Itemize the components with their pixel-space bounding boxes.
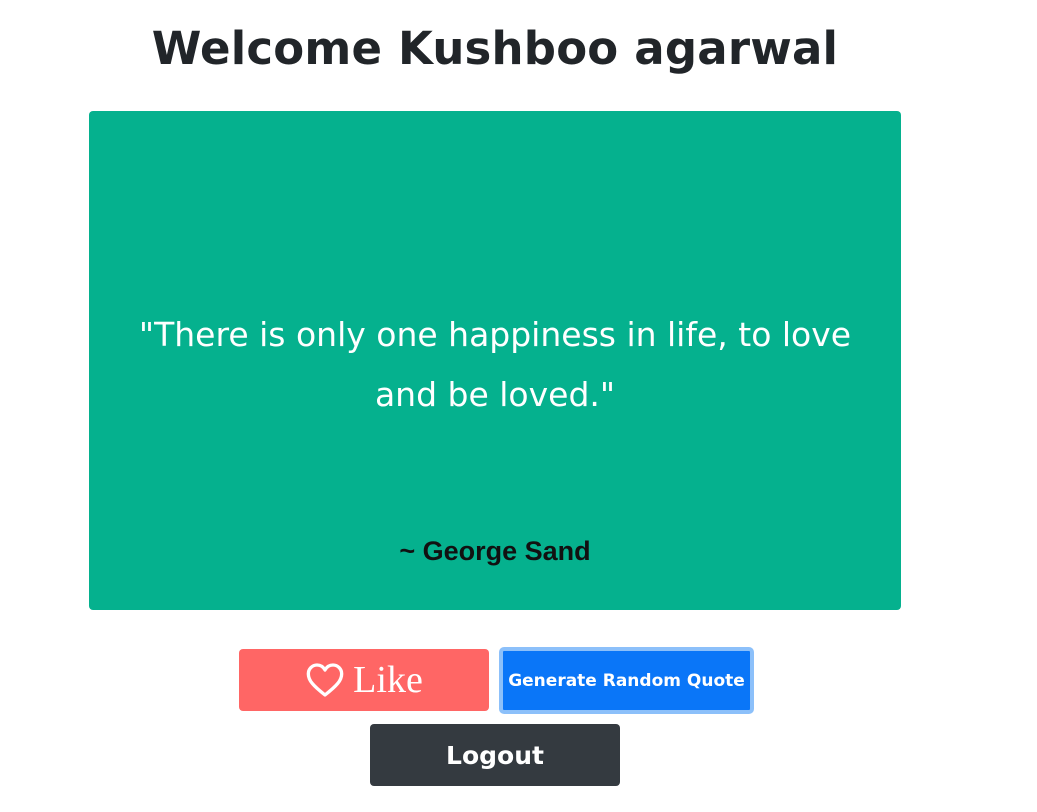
- quote-card: "There is only one happiness in life, to…: [89, 111, 901, 610]
- page: Welcome Kushboo agarwal "There is only o…: [0, 0, 1037, 812]
- heart-outline-icon: [306, 663, 344, 697]
- quote-author: ~ George Sand: [399, 536, 591, 566]
- welcome-heading: Welcome Kushboo agarwal: [151, 22, 839, 75]
- quote-text: "There is only one happiness in life, to…: [138, 315, 852, 414]
- like-label: Like: [353, 659, 423, 701]
- generate-random-quote-button[interactable]: Generate Random Quote: [499, 647, 754, 714]
- logout-button[interactable]: Logout: [370, 724, 620, 786]
- like-button[interactable]: Like: [239, 649, 489, 711]
